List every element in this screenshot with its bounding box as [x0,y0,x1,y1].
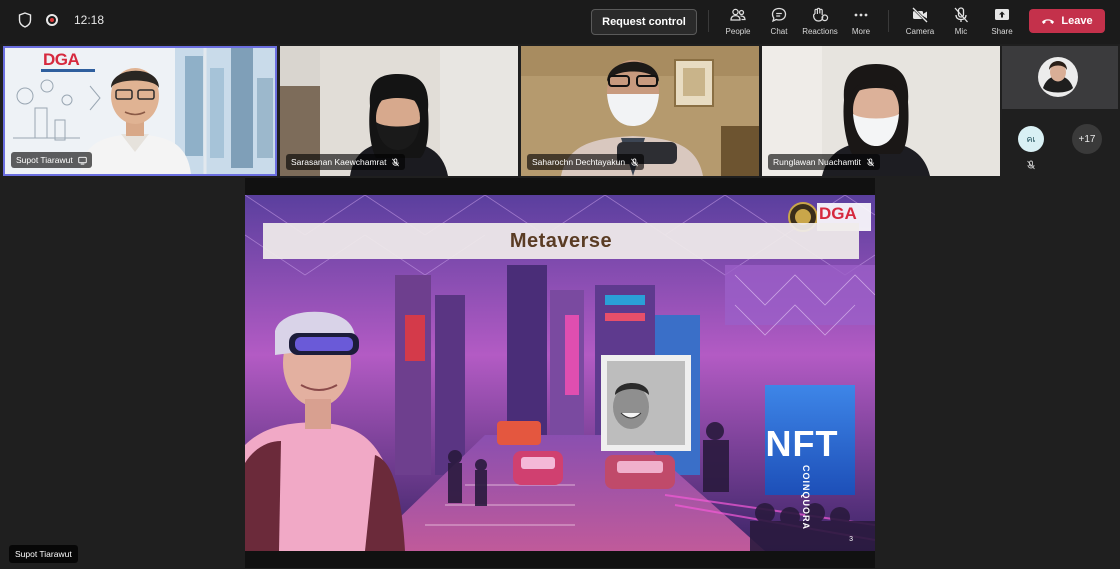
participant-name-tag: Sarasanan Kaewchamrat [286,154,406,170]
reactions-icon [812,7,829,22]
overflow-participants: คเ +17 [1002,46,1120,176]
mic-off-icon [392,157,400,166]
participant-name-tag: Runglawan Nuachamtit [768,154,880,170]
participant-avatar[interactable]: คเ [1018,126,1044,152]
chat-label: Chat [770,27,788,36]
mic-button[interactable]: Mic [939,6,983,40]
more-icon [854,13,868,17]
people-label: People [725,27,751,36]
slide-dga-logo: DGA [819,204,857,223]
mic-label: Mic [954,27,968,36]
more-participants-count[interactable]: +17 [1072,124,1102,154]
shield-icon [18,12,32,28]
participant-name: Sarasanan Kaewchamrat [291,157,387,167]
camera-label: Camera [905,27,935,36]
more-button[interactable]: More [839,6,883,40]
logo-underline [41,69,95,72]
nft-sign: NFT [765,423,839,464]
participant-name: Saharochn Dechtayakun [532,157,626,167]
coinquora-watermark: COINQUORA [801,465,811,530]
request-control-button[interactable]: Request control [591,9,697,35]
self-view-tile[interactable] [1002,46,1118,109]
hang-up-icon [1042,19,1055,24]
people-button[interactable]: People [716,6,760,40]
people-icon [730,8,746,21]
meeting-toolbar: 12:18 Request control People Chat Reacti… [0,0,1120,44]
toolbar-divider [708,10,709,32]
mic-off-icon [1027,160,1035,170]
slide-page-number: 3 [849,536,853,543]
toolbar-divider [888,10,889,32]
leave-label: Leave [1061,15,1093,27]
slide-title-band: Metaverse [263,223,859,259]
participant-name-tag: Saharochn Dechtayakun [527,154,645,170]
screen-share-icon [77,156,87,165]
participant-name-tag: Supot Tiarawut [11,152,92,168]
slide-title: Metaverse [509,229,613,252]
participant-name: Runglawan Nuachamtit [773,157,861,167]
more-label: More [851,27,871,36]
participant-tile-sarasanan[interactable]: Sarasanan Kaewchamrat [280,46,518,176]
camera-off-icon [912,7,928,23]
reactions-label: Reactions [802,27,838,36]
share-icon [995,9,1009,20]
share-label: Share [991,27,1013,36]
chat-button[interactable]: Chat [757,6,801,40]
mic-off-icon [631,157,639,166]
reactions-button[interactable]: Reactions [798,6,842,40]
chat-icon [771,7,787,23]
participant-tile-runglawan[interactable]: Runglawan Nuachamtit [762,46,1000,176]
video-feed [1002,46,1118,109]
participant-tile-supot[interactable]: DGA Supot Tiarawut [3,46,277,176]
leave-button[interactable]: Leave [1029,9,1105,33]
mic-off-icon [866,157,874,166]
meeting-timer: 12:18 [74,13,105,27]
presenter-name-label: Supot Tiarawut [9,545,78,563]
participant-name: Supot Tiarawut [16,155,73,165]
camera-button[interactable]: Camera [898,6,942,40]
participant-tile-saharochn[interactable]: Saharochn Dechtayakun [521,46,759,176]
meeting-info: 12:18 [18,12,104,28]
dga-logo: DGA [43,50,80,69]
share-button[interactable]: Share [980,6,1024,40]
mic-off-icon [954,7,968,23]
presentation-slide: DGA Metaverse NFT COINQUORA 3 [245,195,875,551]
recording-icon [46,14,58,26]
shared-screen: DGA Metaverse NFT COINQUORA 3 [245,178,875,568]
